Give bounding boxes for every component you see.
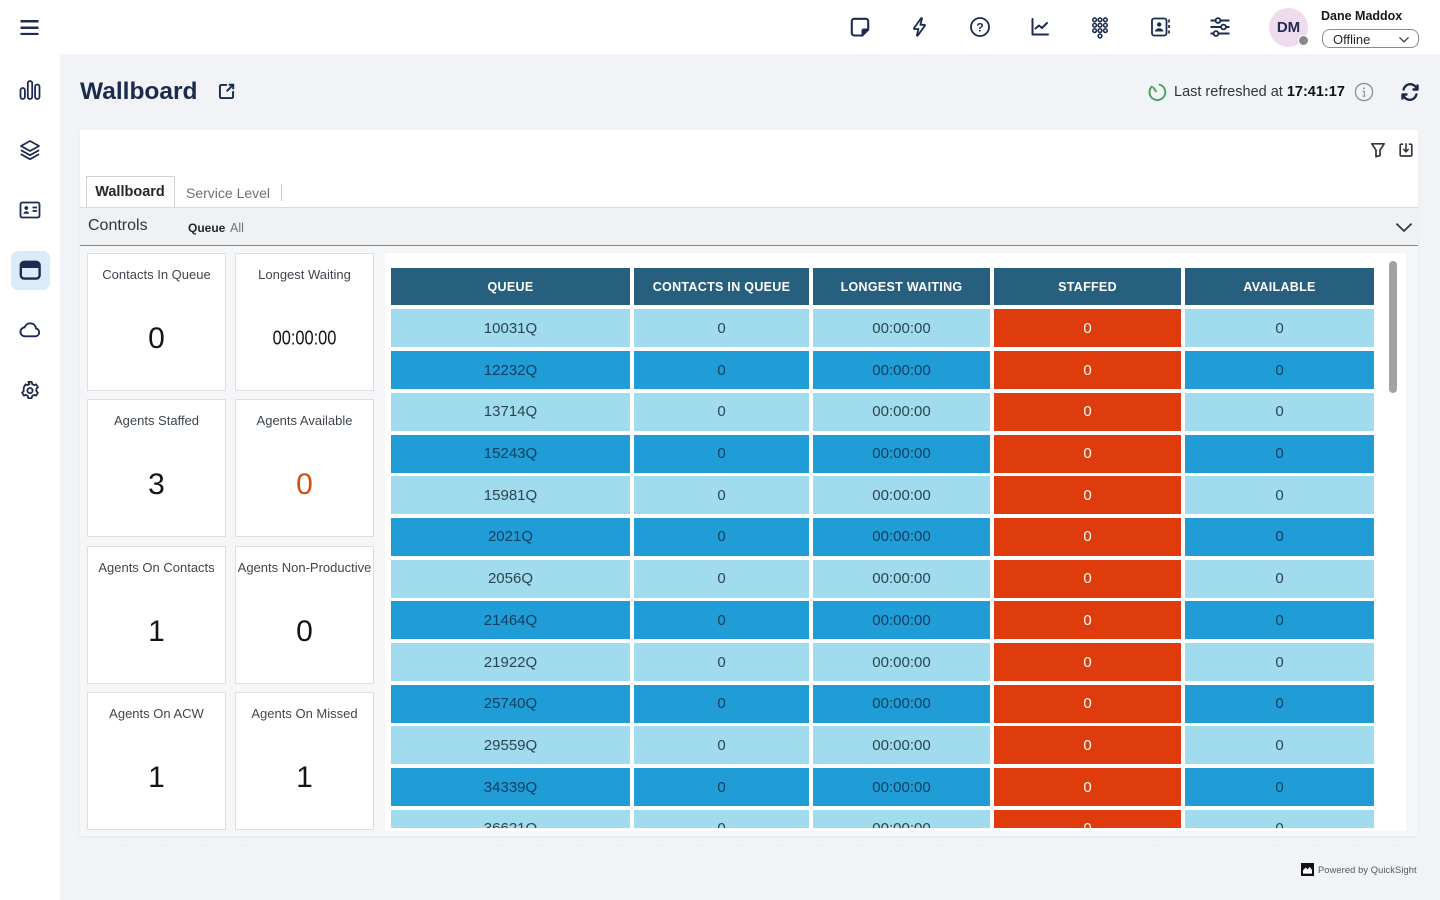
svg-text:?: ? (976, 20, 983, 34)
